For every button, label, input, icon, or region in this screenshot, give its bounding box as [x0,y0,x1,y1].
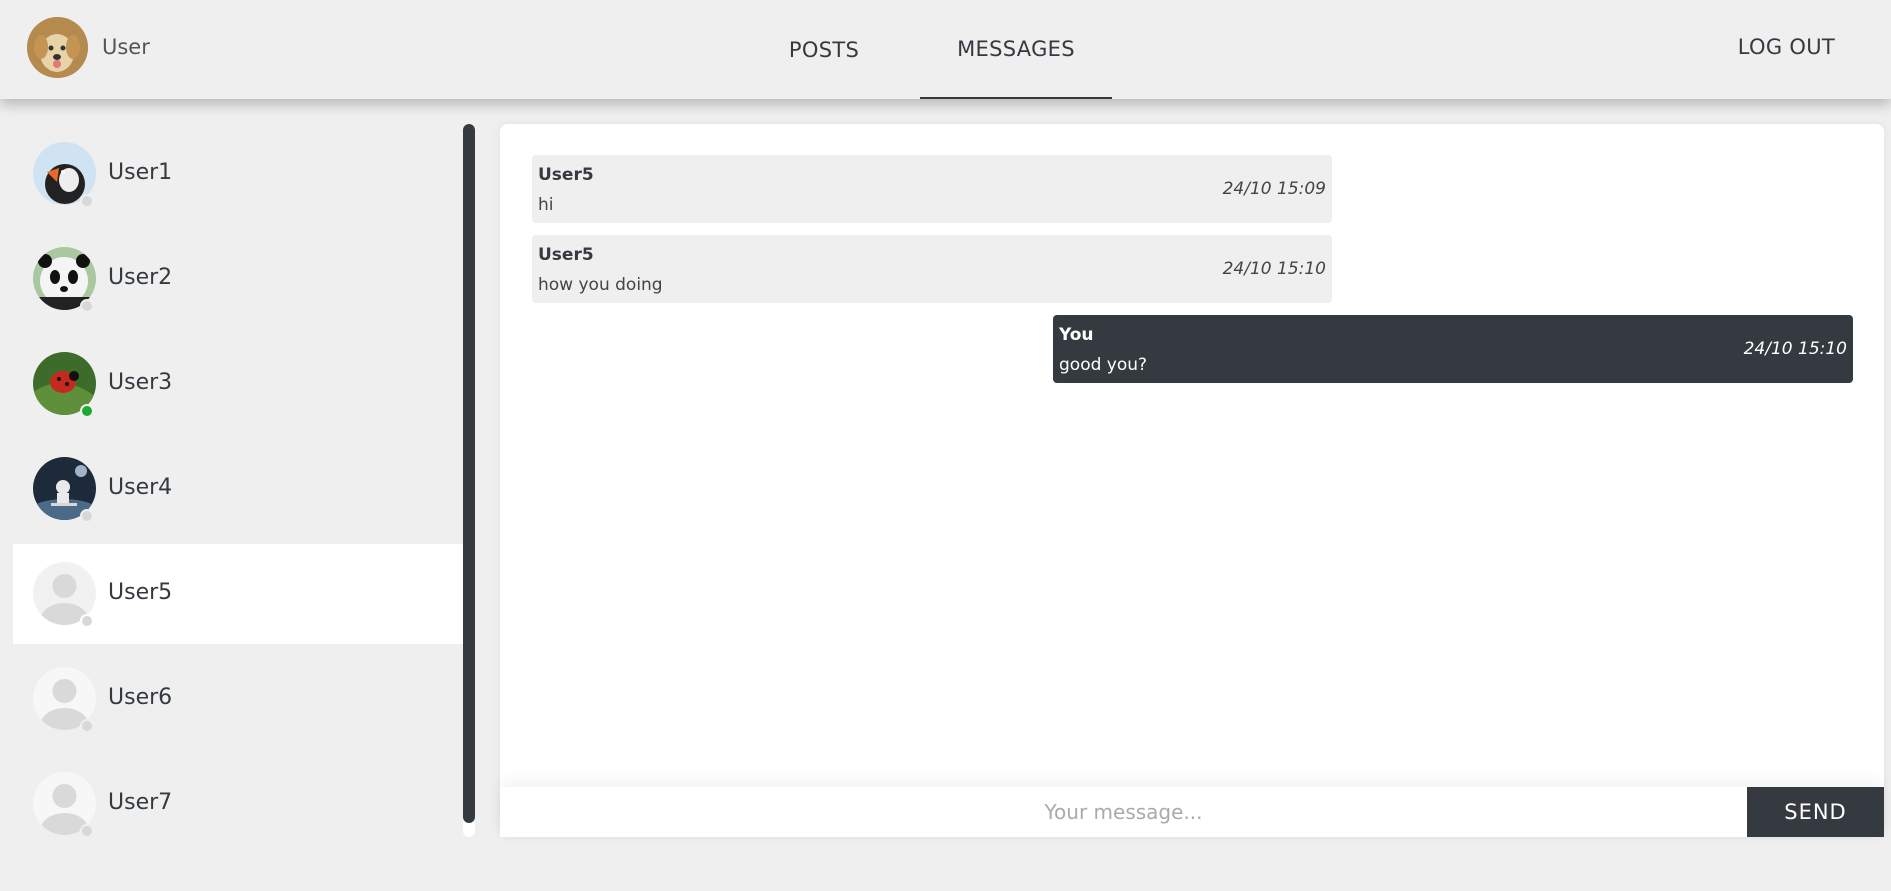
message-timestamp: 24/10 15:10 [1222,259,1326,279]
sidebar-item-label: User3 [108,370,173,395]
sidebar-item-label: User7 [108,790,173,815]
status-dot-online [80,404,94,418]
conversation-list: User1 User2 User3 User4 User5 User6 User… [13,124,463,844]
sidebar-item-label: User4 [108,475,173,500]
current-user-name: User [102,35,150,59]
message-timestamp: 24/10 15:09 [1222,179,1326,199]
sidebar-item-user1[interactable]: User1 [13,124,463,224]
status-dot-offline [80,299,94,313]
nav-posts[interactable]: POSTS [770,0,878,99]
sidebar-scrollbar-thumb[interactable] [463,124,475,823]
sidebar-item-user6[interactable]: User6 [13,649,463,749]
top-navigation-bar: User POSTS MESSAGES LOG OUT [0,0,1891,99]
nav-messages[interactable]: MESSAGES [920,0,1112,99]
send-button[interactable]: SEND [1747,787,1884,837]
sidebar-item-label: User6 [108,685,173,710]
sidebar-item-label: User5 [108,580,173,605]
message-bubble-outgoing: You good you? 24/10 15:10 [1053,315,1853,383]
sidebar-item-label: User2 [108,265,173,290]
status-dot-offline [80,194,94,208]
status-dot-offline [80,509,94,523]
status-dot-offline [80,614,94,628]
sidebar-item-user4[interactable]: User4 [13,439,463,539]
sidebar-item-user5[interactable]: User5 [13,544,463,644]
sidebar-item-user7[interactable]: User7 [13,754,463,854]
message-sender: User5 [538,245,594,265]
sidebar-item-label: User1 [108,160,173,185]
status-dot-offline [80,719,94,733]
message-text: how you doing [538,275,663,295]
message-bubble-incoming: User5 how you doing 24/10 15:10 [532,235,1332,303]
sidebar-item-user3[interactable]: User3 [13,334,463,434]
message-text: good you? [1059,355,1148,375]
message-bubble-incoming: User5 hi 24/10 15:09 [532,155,1332,223]
status-dot-offline [80,824,94,838]
message-sender: User5 [538,165,594,185]
chat-panel: User5 hi 24/10 15:09 User5 how you doing… [500,124,1884,837]
message-composer: SEND [500,787,1884,837]
message-timestamp: 24/10 15:10 [1743,339,1847,359]
logout-button[interactable]: LOG OUT [1738,35,1835,59]
sidebar-item-user2[interactable]: User2 [13,229,463,329]
message-input[interactable] [500,787,1747,837]
message-sender: You [1059,325,1094,345]
profile-avatar[interactable] [27,17,88,78]
message-text: hi [538,195,554,215]
